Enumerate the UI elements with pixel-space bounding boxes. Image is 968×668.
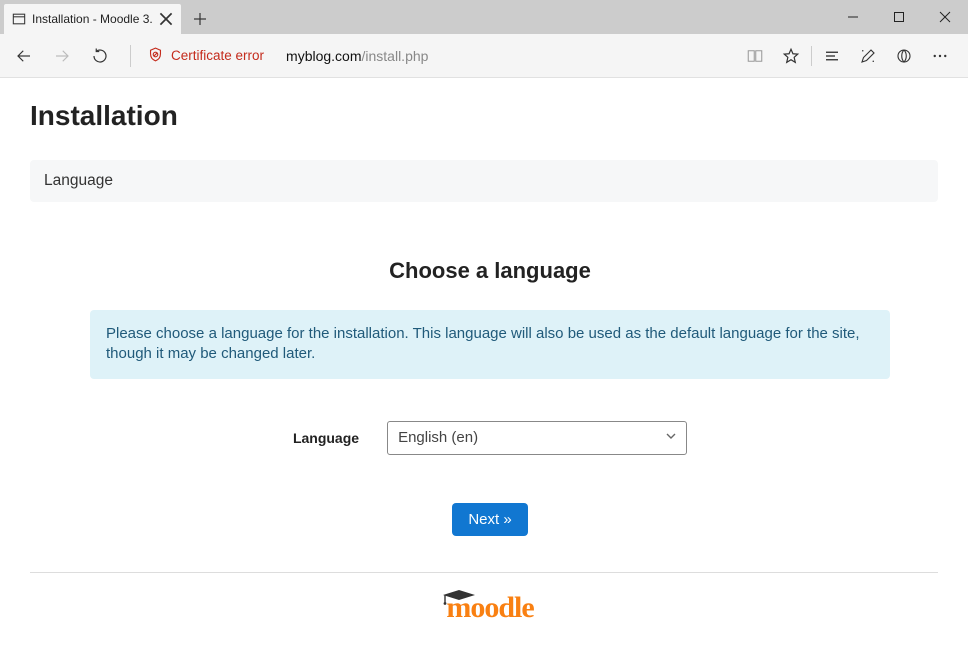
hub-icon[interactable] [814,40,850,72]
web-note-icon[interactable] [850,40,886,72]
breadcrumb: Language [30,160,938,202]
refresh-button[interactable] [86,42,114,70]
footer-divider [30,572,938,573]
page-title: Installation [30,100,950,132]
breadcrumb-label: Language [44,172,113,189]
tab-page-icon [12,12,26,26]
url-host: myblog.com [286,48,361,64]
window-close-button[interactable] [922,0,968,34]
page-content: Installation Language Choose a language … [0,78,968,625]
new-tab-button[interactable] [185,4,215,34]
graduation-cap-icon [442,589,476,605]
window-maximize-button[interactable] [876,0,922,34]
share-icon[interactable] [886,40,922,72]
language-form-row: Language English (en) [30,421,950,455]
certificate-warning[interactable]: Certificate error [147,46,264,66]
favorite-star-icon[interactable] [773,40,809,72]
language-label: Language [293,430,359,446]
address-bar[interactable]: myblog.com/install.php [286,48,727,64]
url-path: /install.php [362,48,429,64]
footer-logo-wrap: moodle [30,591,950,625]
language-select[interactable]: English (en) [387,421,687,455]
main-area: Choose a language Please choose a langua… [30,258,950,536]
shield-warning-icon [147,46,164,66]
window-controls [830,0,968,34]
browser-tab[interactable]: Installation - Moodle 3. [4,4,181,34]
browser-chrome: Installation - Moodle 3. [0,0,968,78]
info-box: Please choose a language for the install… [90,310,890,379]
moodle-logo: moodle [446,591,533,625]
back-button[interactable] [10,42,38,70]
certificate-error-label: Certificate error [171,48,264,63]
info-text: Please choose a language for the install… [106,325,860,362]
window-minimize-button[interactable] [830,0,876,34]
tab-title: Installation - Moodle 3. [32,12,153,26]
more-icon[interactable] [922,40,958,72]
toolbar-right [737,40,958,72]
reading-view-icon[interactable] [737,40,773,72]
title-bar: Installation - Moodle 3. [0,0,968,34]
tab-close-icon[interactable] [159,12,173,26]
address-divider [130,45,131,67]
section-heading: Choose a language [30,258,950,284]
next-button[interactable]: Next » [452,503,527,536]
tab-strip: Installation - Moodle 3. [0,0,830,34]
language-select-wrap: English (en) [387,421,687,455]
toolbar-separator [811,46,812,66]
nav-bar: Certificate error myblog.com/install.php [0,34,968,78]
action-row: Next » [30,503,950,536]
forward-button[interactable] [48,42,76,70]
